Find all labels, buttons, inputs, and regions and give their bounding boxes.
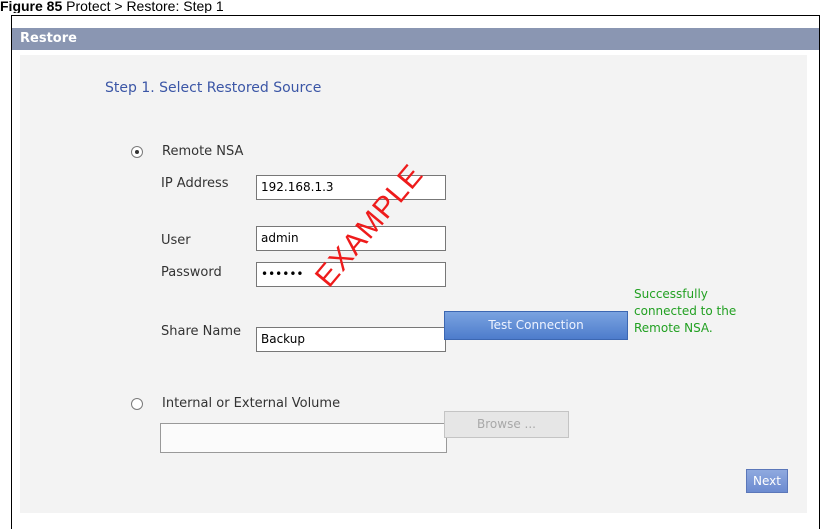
browse-button[interactable]: Browse ... xyxy=(444,411,569,438)
internal-external-label: Internal or External Volume xyxy=(162,396,341,411)
volume-path-input[interactable] xyxy=(160,423,447,453)
test-connection-button[interactable]: Test Connection xyxy=(444,311,628,340)
next-button[interactable]: Next xyxy=(746,469,788,493)
figure-number: Figure 85 xyxy=(0,0,63,13)
figure-text: Protect > Restore: Step 1 xyxy=(66,0,224,13)
remote-nsa-radio[interactable] xyxy=(131,146,143,158)
remote-nsa-label: Remote NSA xyxy=(162,144,244,159)
window-title: Restore xyxy=(12,28,819,50)
ip-address-label: IP Address xyxy=(161,176,229,191)
user-label: User xyxy=(161,233,191,248)
password-label: Password xyxy=(161,265,222,280)
share-name-input[interactable]: Backup xyxy=(256,327,446,352)
share-name-label: Share Name xyxy=(161,324,241,339)
connection-status-text: Successfully connected to the Remote NSA… xyxy=(634,287,737,335)
step-title: Step 1. Select Restored Source xyxy=(105,80,322,96)
internal-external-radio[interactable] xyxy=(131,398,143,410)
figure-caption: Figure 85 Protect > Restore: Step 1 xyxy=(0,0,824,13)
